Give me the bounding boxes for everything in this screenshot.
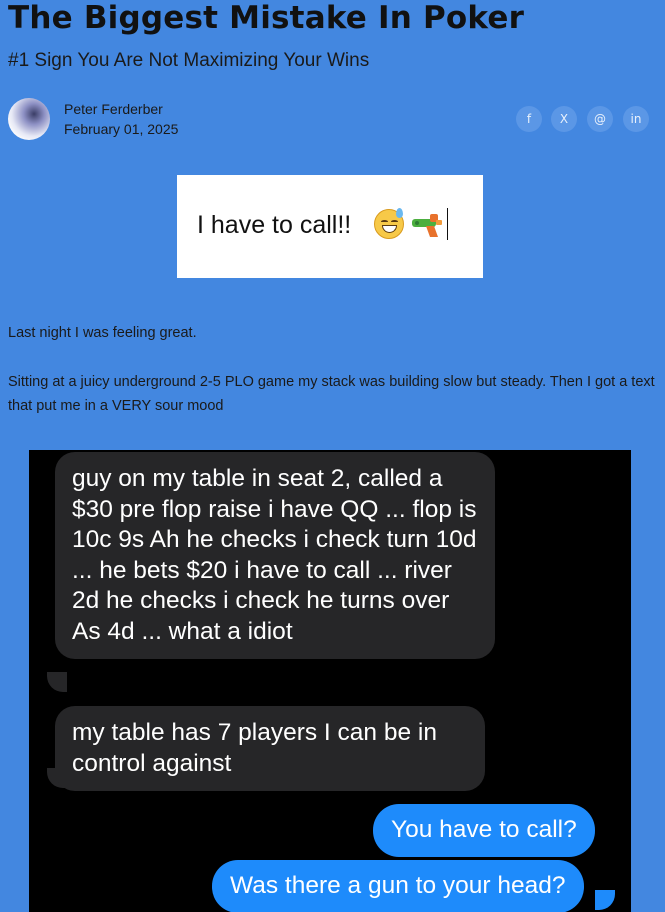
linkedin-share-icon[interactable]: in [623, 106, 649, 132]
grinning-face-with-sweat-icon [374, 208, 404, 239]
callout-image: I have to call!! [177, 175, 483, 278]
bubble-tail [47, 672, 67, 692]
bubble-tail [595, 890, 615, 910]
chat-screenshot: guy on my table in seat 2, called a $30 … [29, 450, 631, 912]
callout-text: I have to call!! [197, 211, 352, 239]
outgoing-message: You have to call? [373, 804, 595, 857]
publish-date: February 01, 2025 [64, 121, 179, 137]
threads-share-icon[interactable]: @ [587, 106, 613, 132]
facebook-share-icon[interactable]: f [516, 106, 542, 132]
water-pistol-icon [412, 214, 442, 237]
author-name[interactable]: Peter Ferderber [64, 101, 163, 117]
article-title: The Biggest Mistake In Poker [8, 0, 525, 36]
incoming-message: guy on my table in seat 2, called a $30 … [55, 452, 495, 659]
paragraph-story: Sitting at a juicy underground 2-5 PLO g… [8, 374, 655, 414]
paragraph-intro: Last night I was feeling great. [8, 325, 197, 341]
incoming-message: my table has 7 players I can be in contr… [55, 706, 485, 791]
text-cursor [447, 208, 448, 240]
outgoing-message: Was there a gun to your head? [212, 860, 584, 912]
author-avatar[interactable] [8, 98, 50, 140]
article-subtitle: #1 Sign You Are Not Maximizing Your Wins [8, 50, 370, 71]
x-share-icon[interactable]: X [551, 106, 577, 132]
